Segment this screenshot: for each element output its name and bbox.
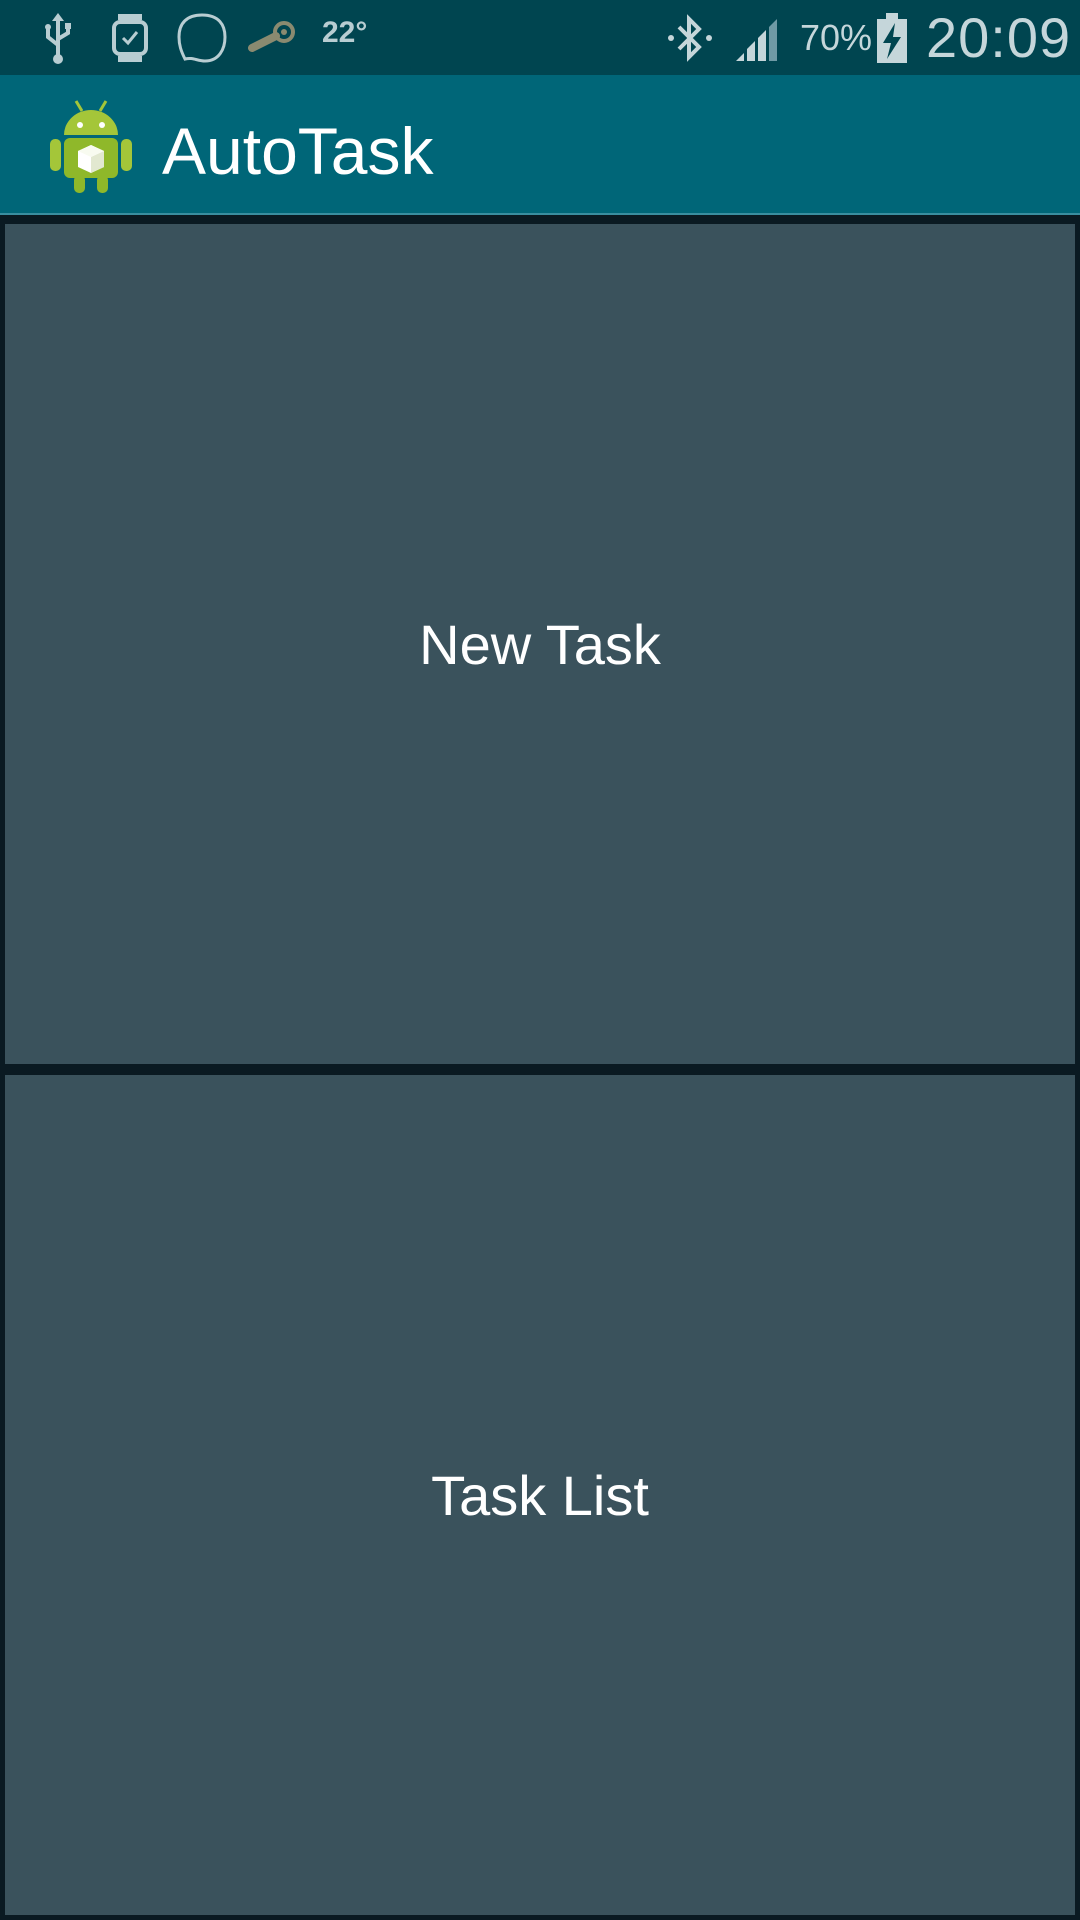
task-list-label: Task List xyxy=(431,1463,649,1527)
signal-icon xyxy=(734,0,784,75)
usb-icon xyxy=(36,0,80,75)
android-robot-icon xyxy=(46,95,136,195)
screen: 22° 70% 20:09 AutoTask New Task Task Lis… xyxy=(0,0,1080,1920)
bluetooth-icon xyxy=(664,0,716,75)
action-bar: AutoTask xyxy=(0,75,1080,215)
status-clock: 20:09 xyxy=(926,6,1072,69)
battery-percentage: 70% xyxy=(800,17,873,58)
temperature-readout: 22° xyxy=(322,16,368,49)
app-title: AutoTask xyxy=(162,114,434,188)
task-list-button[interactable]: Task List xyxy=(5,1075,1075,1915)
new-task-label: New Task xyxy=(419,612,661,676)
new-task-button[interactable]: New Task xyxy=(5,224,1075,1064)
steam-icon xyxy=(244,0,300,75)
chat-bubble-icon xyxy=(174,0,230,75)
battery-charging-icon xyxy=(874,0,910,75)
smartwatch-icon xyxy=(108,0,152,75)
status-bar: 22° 70% 20:09 xyxy=(0,0,1080,75)
